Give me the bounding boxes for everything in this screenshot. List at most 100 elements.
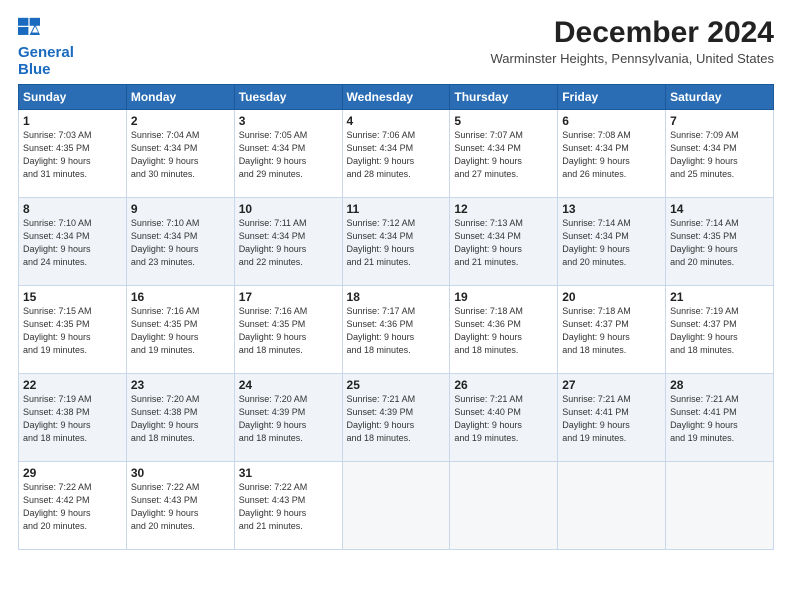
calendar-cell: 3 Sunrise: 7:05 AM Sunset: 4:34 PM Dayli…	[234, 110, 342, 198]
calendar-cell: 21 Sunrise: 7:19 AM Sunset: 4:37 PM Dayl…	[666, 286, 774, 374]
calendar-table: SundayMondayTuesdayWednesdayThursdayFrid…	[18, 84, 774, 550]
calendar-cell: 27 Sunrise: 7:21 AM Sunset: 4:41 PM Dayl…	[558, 374, 666, 462]
day-info: Sunrise: 7:22 AM Sunset: 4:43 PM Dayligh…	[131, 481, 230, 533]
day-info: Sunrise: 7:12 AM Sunset: 4:34 PM Dayligh…	[347, 217, 446, 269]
calendar-cell: 23 Sunrise: 7:20 AM Sunset: 4:38 PM Dayl…	[126, 374, 234, 462]
calendar-cell	[450, 462, 558, 550]
day-number: 17	[239, 290, 338, 304]
day-number: 9	[131, 202, 230, 216]
title-block: December 2024 Warminster Heights, Pennsy…	[491, 16, 774, 66]
day-number: 23	[131, 378, 230, 392]
day-info: Sunrise: 7:19 AM Sunset: 4:38 PM Dayligh…	[23, 393, 122, 445]
calendar-cell	[558, 462, 666, 550]
calendar-cell	[342, 462, 450, 550]
day-info: Sunrise: 7:20 AM Sunset: 4:38 PM Dayligh…	[131, 393, 230, 445]
calendar-cell: 6 Sunrise: 7:08 AM Sunset: 4:34 PM Dayli…	[558, 110, 666, 198]
calendar-cell: 20 Sunrise: 7:18 AM Sunset: 4:37 PM Dayl…	[558, 286, 666, 374]
day-number: 27	[562, 378, 661, 392]
day-number: 4	[347, 114, 446, 128]
day-number: 16	[131, 290, 230, 304]
calendar-cell: 12 Sunrise: 7:13 AM Sunset: 4:34 PM Dayl…	[450, 198, 558, 286]
day-number: 11	[347, 202, 446, 216]
calendar-cell: 17 Sunrise: 7:16 AM Sunset: 4:35 PM Dayl…	[234, 286, 342, 374]
calendar-cell: 8 Sunrise: 7:10 AM Sunset: 4:34 PM Dayli…	[19, 198, 127, 286]
calendar-cell: 30 Sunrise: 7:22 AM Sunset: 4:43 PM Dayl…	[126, 462, 234, 550]
day-number: 7	[670, 114, 769, 128]
month-title: December 2024	[491, 16, 774, 49]
weekday-header-monday: Monday	[126, 85, 234, 110]
day-number: 15	[23, 290, 122, 304]
day-info: Sunrise: 7:21 AM Sunset: 4:41 PM Dayligh…	[670, 393, 769, 445]
weekday-header-friday: Friday	[558, 85, 666, 110]
calendar-cell: 13 Sunrise: 7:14 AM Sunset: 4:34 PM Dayl…	[558, 198, 666, 286]
day-info: Sunrise: 7:10 AM Sunset: 4:34 PM Dayligh…	[23, 217, 122, 269]
day-number: 28	[670, 378, 769, 392]
calendar-cell: 5 Sunrise: 7:07 AM Sunset: 4:34 PM Dayli…	[450, 110, 558, 198]
day-number: 19	[454, 290, 553, 304]
day-number: 24	[239, 378, 338, 392]
logo-line1: General	[18, 44, 74, 61]
calendar-cell: 14 Sunrise: 7:14 AM Sunset: 4:35 PM Dayl…	[666, 198, 774, 286]
calendar-cell: 29 Sunrise: 7:22 AM Sunset: 4:42 PM Dayl…	[19, 462, 127, 550]
day-number: 18	[347, 290, 446, 304]
weekday-header-wednesday: Wednesday	[342, 85, 450, 110]
logo: General Blue	[18, 16, 74, 78]
day-info: Sunrise: 7:08 AM Sunset: 4:34 PM Dayligh…	[562, 129, 661, 181]
calendar-cell: 2 Sunrise: 7:04 AM Sunset: 4:34 PM Dayli…	[126, 110, 234, 198]
day-info: Sunrise: 7:09 AM Sunset: 4:34 PM Dayligh…	[670, 129, 769, 181]
day-info: Sunrise: 7:06 AM Sunset: 4:34 PM Dayligh…	[347, 129, 446, 181]
day-info: Sunrise: 7:13 AM Sunset: 4:34 PM Dayligh…	[454, 217, 553, 269]
day-number: 31	[239, 466, 338, 480]
day-info: Sunrise: 7:07 AM Sunset: 4:34 PM Dayligh…	[454, 129, 553, 181]
day-number: 20	[562, 290, 661, 304]
day-info: Sunrise: 7:04 AM Sunset: 4:34 PM Dayligh…	[131, 129, 230, 181]
day-info: Sunrise: 7:16 AM Sunset: 4:35 PM Dayligh…	[239, 305, 338, 357]
calendar-cell: 25 Sunrise: 7:21 AM Sunset: 4:39 PM Dayl…	[342, 374, 450, 462]
day-info: Sunrise: 7:21 AM Sunset: 4:41 PM Dayligh…	[562, 393, 661, 445]
day-info: Sunrise: 7:21 AM Sunset: 4:39 PM Dayligh…	[347, 393, 446, 445]
location-subtitle: Warminster Heights, Pennsylvania, United…	[491, 51, 774, 66]
day-info: Sunrise: 7:17 AM Sunset: 4:36 PM Dayligh…	[347, 305, 446, 357]
day-info: Sunrise: 7:19 AM Sunset: 4:37 PM Dayligh…	[670, 305, 769, 357]
day-number: 1	[23, 114, 122, 128]
day-info: Sunrise: 7:22 AM Sunset: 4:42 PM Dayligh…	[23, 481, 122, 533]
day-number: 12	[454, 202, 553, 216]
logo-text: General Blue	[18, 45, 74, 78]
day-number: 13	[562, 202, 661, 216]
day-number: 25	[347, 378, 446, 392]
calendar-cell: 28 Sunrise: 7:21 AM Sunset: 4:41 PM Dayl…	[666, 374, 774, 462]
day-number: 22	[23, 378, 122, 392]
day-number: 21	[670, 290, 769, 304]
calendar-cell: 1 Sunrise: 7:03 AM Sunset: 4:35 PM Dayli…	[19, 110, 127, 198]
day-info: Sunrise: 7:16 AM Sunset: 4:35 PM Dayligh…	[131, 305, 230, 357]
day-info: Sunrise: 7:18 AM Sunset: 4:37 PM Dayligh…	[562, 305, 661, 357]
day-info: Sunrise: 7:11 AM Sunset: 4:34 PM Dayligh…	[239, 217, 338, 269]
calendar-cell: 18 Sunrise: 7:17 AM Sunset: 4:36 PM Dayl…	[342, 286, 450, 374]
calendar-cell: 22 Sunrise: 7:19 AM Sunset: 4:38 PM Dayl…	[19, 374, 127, 462]
day-number: 30	[131, 466, 230, 480]
day-info: Sunrise: 7:22 AM Sunset: 4:43 PM Dayligh…	[239, 481, 338, 533]
calendar-cell: 11 Sunrise: 7:12 AM Sunset: 4:34 PM Dayl…	[342, 198, 450, 286]
day-number: 8	[23, 202, 122, 216]
weekday-header-tuesday: Tuesday	[234, 85, 342, 110]
calendar-cell: 24 Sunrise: 7:20 AM Sunset: 4:39 PM Dayl…	[234, 374, 342, 462]
weekday-header-thursday: Thursday	[450, 85, 558, 110]
day-number: 10	[239, 202, 338, 216]
calendar-cell: 31 Sunrise: 7:22 AM Sunset: 4:43 PM Dayl…	[234, 462, 342, 550]
day-info: Sunrise: 7:03 AM Sunset: 4:35 PM Dayligh…	[23, 129, 122, 181]
day-info: Sunrise: 7:18 AM Sunset: 4:36 PM Dayligh…	[454, 305, 553, 357]
day-number: 14	[670, 202, 769, 216]
day-number: 2	[131, 114, 230, 128]
calendar-header: SundayMondayTuesdayWednesdayThursdayFrid…	[19, 85, 774, 110]
day-number: 5	[454, 114, 553, 128]
day-info: Sunrise: 7:10 AM Sunset: 4:34 PM Dayligh…	[131, 217, 230, 269]
calendar-cell: 26 Sunrise: 7:21 AM Sunset: 4:40 PM Dayl…	[450, 374, 558, 462]
weekday-header-sunday: Sunday	[19, 85, 127, 110]
calendar-cell: 15 Sunrise: 7:15 AM Sunset: 4:35 PM Dayl…	[19, 286, 127, 374]
calendar-cell: 10 Sunrise: 7:11 AM Sunset: 4:34 PM Dayl…	[234, 198, 342, 286]
calendar-cell	[666, 462, 774, 550]
calendar-cell: 4 Sunrise: 7:06 AM Sunset: 4:34 PM Dayli…	[342, 110, 450, 198]
day-info: Sunrise: 7:14 AM Sunset: 4:34 PM Dayligh…	[562, 217, 661, 269]
header: General Blue December 2024 Warminster He…	[18, 16, 774, 78]
day-number: 3	[239, 114, 338, 128]
